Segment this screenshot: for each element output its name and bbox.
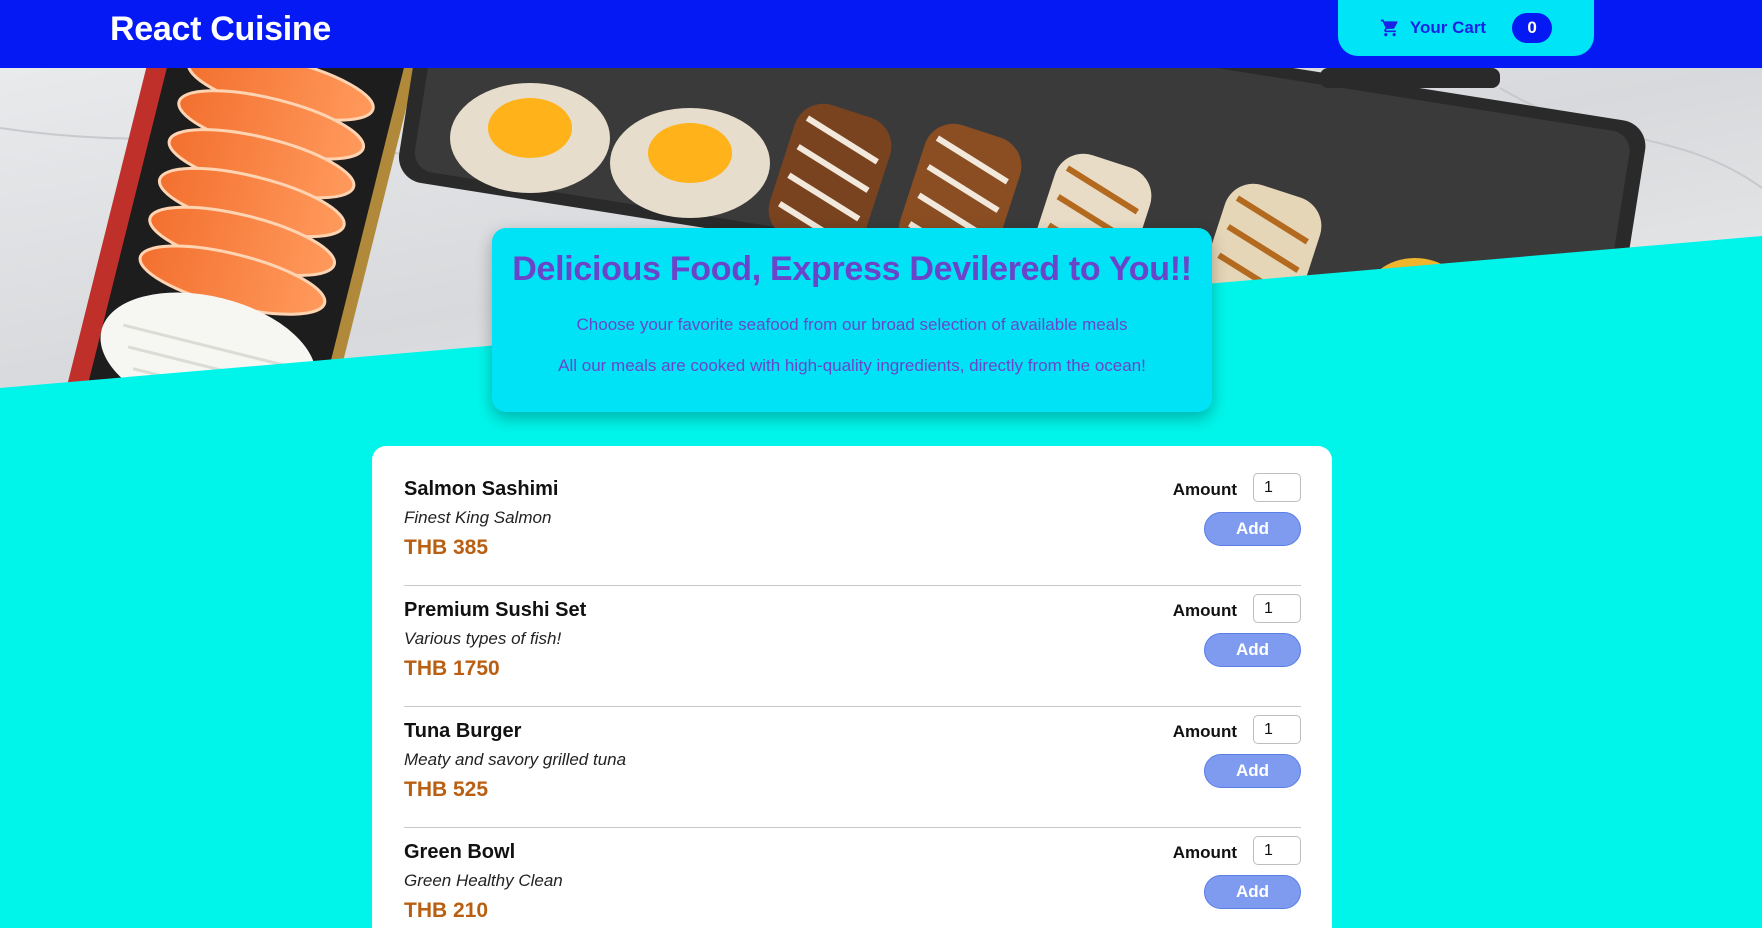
- summary-text-1: Choose your favorite seafood from our br…: [576, 315, 1128, 334]
- summary-text-2: All our meals are cooked with high-quali…: [558, 356, 1146, 375]
- cart-label: Your Cart: [1409, 18, 1487, 37]
- brand-title: React Cuisine: [110, 10, 331, 48]
- meal-item: Premium Sushi Set Various types of fish!…: [404, 585, 1301, 707]
- add-button[interactable]: Add: [1204, 512, 1301, 546]
- meal-description: Green Healthy Clean: [404, 871, 563, 890]
- app-header: React Cuisine Your Cart 0: [0, 0, 1762, 68]
- amount-label: Amount: [1172, 722, 1237, 741]
- summary-card: Delicious Food, Express Devilered to You…: [492, 228, 1212, 412]
- meal-price: THB 210: [404, 899, 489, 922]
- meal-price: THB 1750: [404, 657, 500, 680]
- cart-icon: [1380, 19, 1398, 37]
- amount-input[interactable]: [1253, 473, 1301, 502]
- meal-price: THB 525: [404, 778, 489, 801]
- page: React Cuisine Your Cart 0 Delicious Food…: [0, 0, 1762, 928]
- add-button[interactable]: Add: [1204, 754, 1301, 788]
- cart-button[interactable]: Your Cart 0: [1338, 0, 1594, 56]
- amount-input[interactable]: [1253, 836, 1301, 865]
- add-button[interactable]: Add: [1204, 633, 1301, 667]
- summary-title: Delicious Food, Express Devilered to You…: [512, 250, 1192, 288]
- add-button[interactable]: Add: [1204, 875, 1301, 909]
- amount-label: Amount: [1172, 480, 1237, 499]
- meal-item: Salmon Sashimi Finest King Salmon THB 38…: [404, 464, 1301, 586]
- meal-name: Premium Sushi Set: [404, 599, 587, 621]
- meal-item: Green Bowl Green Healthy Clean THB 210 A…: [404, 827, 1301, 928]
- meal-name: Tuna Burger: [404, 720, 522, 742]
- amount-label: Amount: [1172, 601, 1237, 620]
- meal-item: Tuna Burger Meaty and savory grilled tun…: [404, 706, 1301, 828]
- cart-count-badge: 0: [1512, 13, 1553, 43]
- meals-card: Salmon Sashimi Finest King Salmon THB 38…: [372, 446, 1332, 928]
- amount-label: Amount: [1172, 843, 1237, 862]
- meal-description: Meaty and savory grilled tuna: [404, 750, 627, 769]
- meal-description: Various types of fish!: [404, 629, 562, 648]
- meal-name: Green Bowl: [404, 841, 516, 863]
- meal-price: THB 385: [404, 536, 489, 559]
- amount-input[interactable]: [1253, 715, 1301, 744]
- meal-description: Finest King Salmon: [404, 508, 552, 527]
- amount-input[interactable]: [1253, 594, 1301, 623]
- meal-name: Salmon Sashimi: [404, 478, 559, 500]
